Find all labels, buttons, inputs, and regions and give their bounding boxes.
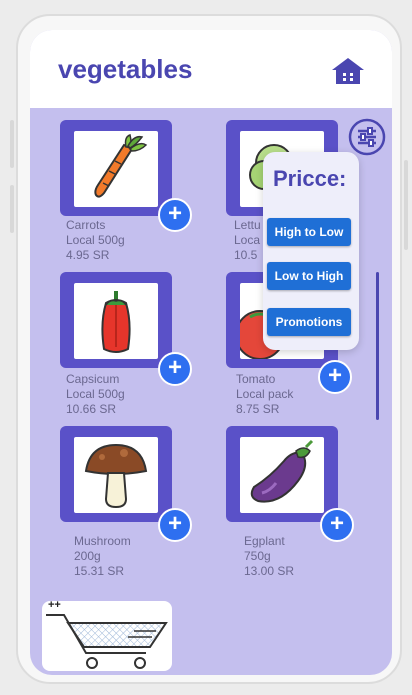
product-name: Mushroom bbox=[74, 534, 131, 548]
phone-side-button bbox=[10, 120, 14, 168]
product-detail: Loca bbox=[234, 233, 261, 247]
filter-title: Pricce: bbox=[273, 166, 347, 191]
cart-button[interactable]: ++ bbox=[42, 599, 172, 671]
sort-low-to-high-button[interactable]: Low to High bbox=[267, 262, 351, 290]
product-price: 4.95 SR bbox=[66, 248, 110, 262]
phone-side-button bbox=[10, 185, 14, 233]
scrollbar[interactable] bbox=[376, 272, 379, 420]
app-screen: vegetables + Carrots Local 500g 4.95 SR … bbox=[30, 30, 392, 675]
mushroom-icon bbox=[74, 437, 158, 513]
add-to-cart-button[interactable]: + bbox=[158, 508, 192, 542]
cart-badge: ++ bbox=[48, 599, 61, 611]
add-to-cart-button[interactable]: + bbox=[318, 360, 352, 394]
product-info: Lettu Loca 10.5 bbox=[234, 218, 261, 263]
product-name: Carrots bbox=[66, 218, 106, 232]
cart-icon bbox=[46, 614, 168, 669]
product-info: Mushroom 200g 15.31 SR bbox=[74, 534, 131, 579]
product-detail: Local 500g bbox=[66, 233, 125, 247]
add-to-cart-button[interactable]: + bbox=[320, 508, 354, 542]
product-card[interactable] bbox=[226, 426, 338, 522]
product-price: 13.00 SR bbox=[244, 564, 295, 578]
promotions-button[interactable]: Promotions bbox=[267, 308, 351, 336]
product-name: Egplant bbox=[244, 534, 285, 548]
sliders-icon[interactable] bbox=[348, 118, 386, 156]
product-price: 8.75 SR bbox=[236, 402, 280, 416]
sort-high-to-low-button[interactable]: High to Low bbox=[267, 218, 351, 246]
product-price: 10.5 bbox=[234, 248, 258, 262]
add-to-cart-button[interactable]: + bbox=[158, 198, 192, 232]
product-price: 10.66 SR bbox=[66, 402, 117, 416]
product-card[interactable] bbox=[60, 272, 172, 368]
carrot-icon bbox=[74, 131, 158, 207]
price-filter-popup: Pricce: High to Low Low to High Promotio… bbox=[263, 152, 359, 350]
page-title: vegetables bbox=[58, 54, 193, 84]
product-name: Lettu bbox=[234, 218, 261, 232]
phone-side-button bbox=[404, 160, 408, 250]
capsicum-icon bbox=[74, 283, 158, 359]
product-name: Tomato bbox=[236, 372, 276, 386]
product-price: 15.31 SR bbox=[74, 564, 125, 578]
app-header: vegetables bbox=[30, 30, 392, 108]
eggplant-icon bbox=[240, 437, 324, 513]
product-info: Carrots Local 500g 4.95 SR bbox=[66, 218, 125, 263]
product-detail: Local pack bbox=[236, 387, 294, 401]
product-info: Tomato Local pack 8.75 SR bbox=[236, 372, 293, 417]
home-icon[interactable] bbox=[330, 56, 366, 86]
product-card[interactable] bbox=[60, 426, 172, 522]
product-info: Egplant 750g 13.00 SR bbox=[244, 534, 294, 579]
product-name: Capsicum bbox=[66, 372, 120, 386]
product-card[interactable] bbox=[60, 120, 172, 216]
product-detail: Local 500g bbox=[66, 387, 125, 401]
product-detail: 200g bbox=[74, 549, 101, 563]
add-to-cart-button[interactable]: + bbox=[158, 352, 192, 386]
product-detail: 750g bbox=[244, 549, 271, 563]
product-info: Capsicum Local 500g 10.66 SR bbox=[66, 372, 125, 417]
